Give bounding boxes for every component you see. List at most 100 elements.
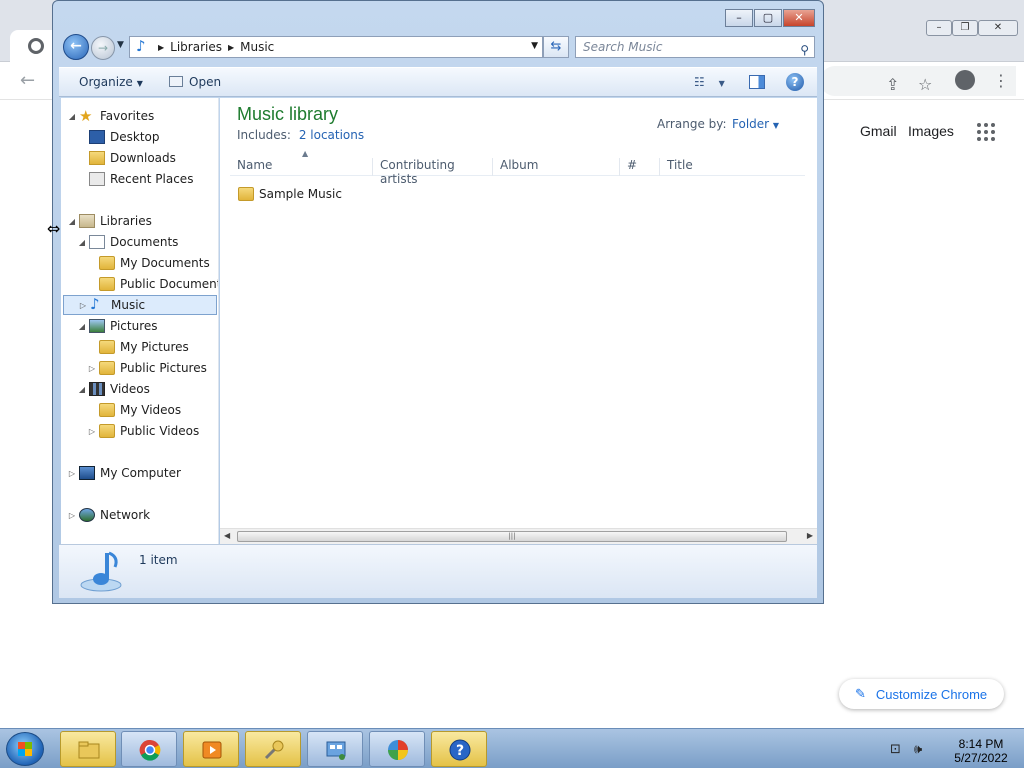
google-apps-icon[interactable] [977,123,995,141]
expand-icon[interactable]: ▷ [67,469,77,478]
nav-label: Network [100,508,151,522]
scrollbar-thumb[interactable]: ||| [237,531,787,542]
nav-pictures[interactable]: ◢ Pictures [77,316,158,336]
caption-buttons: – ▢ ✕ [725,9,815,27]
nav-documents[interactable]: ◢ Documents [77,232,178,252]
refresh-button[interactable]: ⇆ [543,36,569,58]
taskbar-chrome[interactable] [121,731,177,767]
network-tray-icon[interactable]: ⊡ [890,742,901,757]
address-bar[interactable]: ♪ ▶ Libraries ▶ Music ▼ [129,36,543,58]
back-button[interactable]: ← [63,34,89,60]
gmail-link[interactable]: Gmail [860,123,897,139]
nav-my-computer[interactable]: ▷ My Computer [67,463,181,483]
collapse-icon[interactable]: ◢ [77,238,87,247]
chrome-close-button[interactable]: ✕ [978,20,1018,36]
nav-recent-places[interactable]: Recent Places [77,169,193,189]
address-dropdown-icon[interactable]: ▼ [531,41,538,51]
search-input[interactable]: Search Music ⚲ [575,36,815,58]
taskbar-help[interactable]: ? [431,731,487,767]
share-icon[interactable]: ⇪ [886,75,899,94]
scroll-left-icon[interactable]: ◀ [224,531,230,540]
nav-desktop[interactable]: Desktop [77,127,160,147]
locations-link[interactable]: 2 locations [299,128,364,142]
history-dropdown-icon[interactable]: ▼ [117,40,124,50]
organize-label: Organize [79,75,133,89]
column-track-number[interactable]: # [620,158,660,176]
taskbar-media-player[interactable] [183,731,239,767]
videos-icon [89,382,105,396]
help-icon[interactable]: ? [786,73,804,91]
taskbar-explorer[interactable] [60,731,116,767]
horizontal-scrollbar[interactable]: ◀ ||| ▶ [220,528,817,544]
start-button[interactable] [6,732,44,766]
list-item[interactable]: Sample Music [238,184,342,204]
close-button[interactable]: ✕ [783,9,815,27]
file-explorer-icon [78,741,100,759]
nav-my-documents[interactable]: My Documents [87,253,210,273]
search-icon[interactable]: ⚲ [800,40,809,60]
nav-label: My Videos [120,403,182,417]
nav-public-pictures[interactable]: ▷ Public Pictures [87,358,207,378]
nav-my-videos[interactable]: My Videos [87,400,181,420]
nav-label: Libraries [100,214,152,228]
breadcrumb-libraries[interactable]: Libraries [170,40,222,54]
collapse-icon[interactable]: ◢ [77,385,87,394]
column-name[interactable]: Name [230,158,373,176]
minimize-button[interactable]: – [725,9,753,27]
images-link[interactable]: Images [908,123,954,139]
breadcrumb-music[interactable]: Music [240,40,274,54]
media-player-icon [202,741,222,759]
nav-videos[interactable]: ◢ Videos [77,379,150,399]
nav-favorites[interactable]: ◢ ★ Favorites [67,106,154,126]
breadcrumb-separator-icon[interactable]: ▶ [158,43,164,52]
expand-icon[interactable]: ▷ [67,511,77,520]
clock[interactable]: 8:14 PM 5/27/2022 [946,737,1016,765]
collapse-icon[interactable]: ◢ [67,217,77,226]
nav-public-videos[interactable]: ▷ Public Videos [87,421,199,441]
column-contributing-artists[interactable]: Contributing artists [373,158,493,186]
nav-label: Documents [110,235,179,249]
taskbar-control-panel[interactable] [307,731,363,767]
profile-avatar-icon[interactable] [955,70,975,90]
chrome-maximize-button[interactable]: ❐ [952,20,978,36]
expand-icon[interactable]: ▷ [87,427,97,436]
scroll-right-icon[interactable]: ▶ [807,531,813,540]
taskbar-action-center[interactable] [369,731,425,767]
column-album[interactable]: Album [493,158,620,176]
bookmark-star-icon[interactable]: ☆ [918,75,932,94]
breadcrumb-separator-icon[interactable]: ▶ [228,43,234,52]
chrome-minimize-button[interactable]: – [926,20,952,36]
navigation-pane: ◢ ★ Favorites Desktop Downloads Recent Pla… [61,98,219,544]
forward-button[interactable]: → [91,36,115,60]
nav-music[interactable]: ▷ ♪ Music [63,295,217,315]
back-arrow-icon[interactable]: ← [20,70,35,91]
volume-icon[interactable]: 🕪 [914,742,922,757]
chevron-down-icon: ▼ [136,79,143,88]
omnibox[interactable]: ⇪ ☆ [820,66,1016,96]
customize-chrome-button[interactable]: ✎ Customize Chrome [839,679,1004,709]
desktop-icon [89,130,105,144]
nav-downloads[interactable]: Downloads [77,148,176,168]
chrome-menu-icon[interactable]: ⋮ [993,71,1009,90]
change-view-icon[interactable]: ☷ ▼ [694,75,725,89]
expand-icon[interactable]: ▷ [87,364,97,373]
command-bar: Organize ▼ Open ☷ ▼ ? [59,67,817,97]
nav-public-documents[interactable]: Public Documents [87,274,218,294]
arrange-by-dropdown[interactable]: Folder ▼ [732,117,779,131]
expand-icon[interactable]: ▷ [78,301,88,310]
nav-my-pictures[interactable]: My Pictures [87,337,189,357]
open-button[interactable]: Open [169,75,221,89]
nav-label: Recent Places [110,172,194,186]
taskbar-tools[interactable] [245,731,301,767]
nav-label: My Pictures [120,340,189,354]
nav-network[interactable]: ▷ Network [67,505,150,525]
preview-pane-icon[interactable] [749,75,765,89]
collapse-icon[interactable]: ◢ [67,112,77,121]
column-title[interactable]: Title [660,158,805,176]
nav-label: Public Videos [120,424,200,438]
collapse-icon[interactable]: ◢ [77,322,87,331]
nav-label: Public Pictures [120,361,207,375]
organize-button[interactable]: Organize ▼ [79,75,143,89]
maximize-button[interactable]: ▢ [754,9,782,27]
nav-libraries[interactable]: ◢ Libraries [67,211,152,231]
